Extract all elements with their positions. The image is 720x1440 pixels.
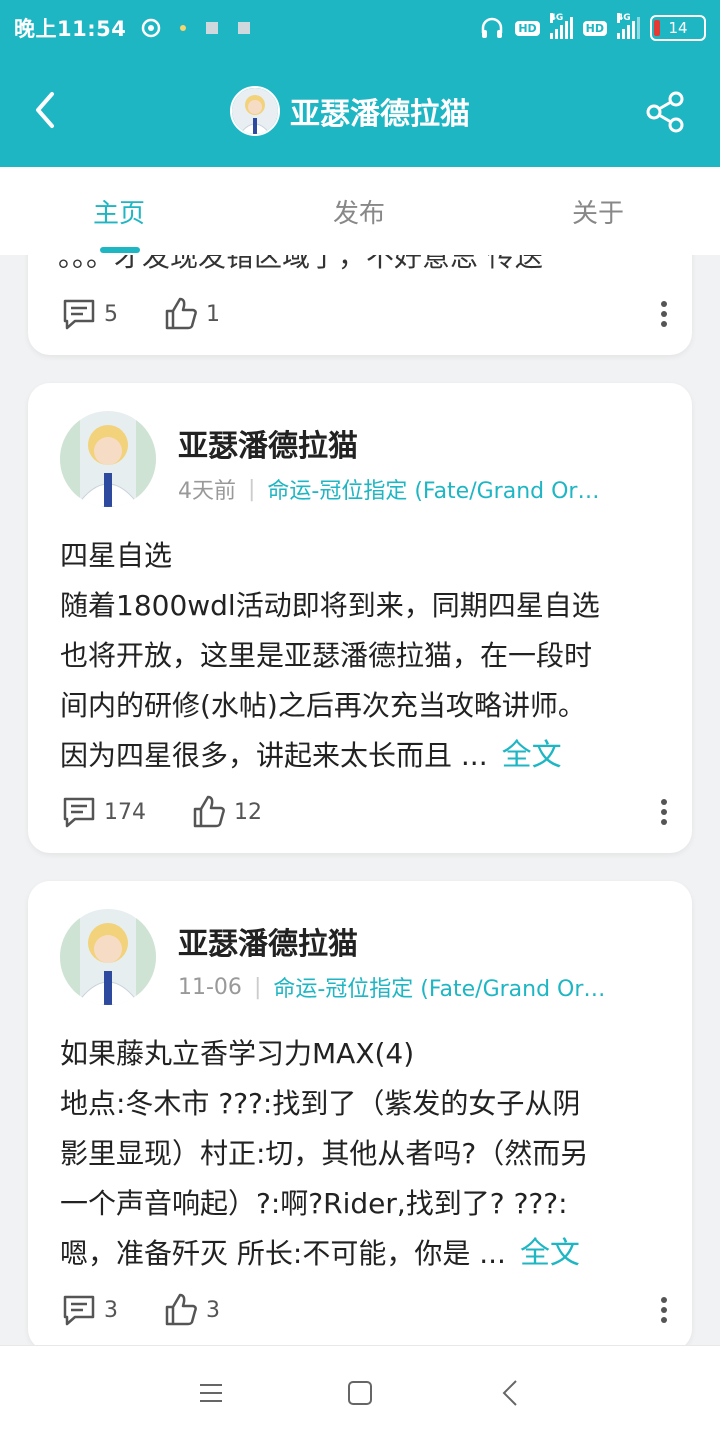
meta-divider: |: [253, 974, 262, 1000]
thumbs-up-icon: [165, 1293, 197, 1326]
post-line: 影里显现）村正:切，其他从者吗?（然而另: [60, 1137, 589, 1170]
comment-button[interactable]: 3: [60, 1291, 118, 1329]
comment-count: 5: [104, 301, 118, 327]
post-line: 嗯，准备歼灭 所长:不可能，你是 ...: [60, 1237, 506, 1270]
status-time: 晚上11:54: [14, 17, 127, 41]
tab-bar: 主页 发布 关于: [0, 167, 720, 255]
sync-icon: [142, 18, 161, 38]
more-vertical-icon[interactable]: [658, 1295, 670, 1325]
post-meta: 11-06 | 命运-冠位指定 (Fate/Grand Or…: [178, 971, 643, 1003]
system-back-icon[interactable]: [494, 1376, 528, 1410]
comment-icon: [63, 299, 95, 330]
post-time: 11-06: [178, 974, 242, 1000]
post-line: 间内的研修(水帖)之后再次充当攻略讲师。: [60, 689, 586, 722]
post-line: 如果藤丸立香学习力MAX(4): [60, 1037, 415, 1070]
signal-icon-1: 4G: [549, 13, 573, 39]
like-count: 1: [206, 301, 220, 327]
post-body: 。。。才发现发错区域了，不好意思 传送: [58, 255, 543, 273]
post-category[interactable]: 命运-冠位指定 (Fate/Grand Or…: [273, 971, 643, 1003]
comment-icon: [63, 1295, 95, 1326]
like-button[interactable]: 3: [162, 1291, 220, 1329]
profile-header: 亚瑟潘德拉猫: [230, 86, 470, 136]
signal-icon-2: 4G: [617, 13, 640, 39]
app-icon-2: [238, 22, 251, 34]
post-card[interactable]: 亚瑟潘德拉猫 11-06 | 命运-冠位指定 (Fate/Grand Or… 如…: [28, 881, 692, 1345]
post-line: 因为四星很多，讲起来太长而且 ...: [60, 739, 488, 772]
post-card[interactable]: 亚瑟潘德拉猫 4天前 | 命运-冠位指定 (Fate/Grand Or… 四星自…: [28, 383, 692, 853]
post-category[interactable]: 命运-冠位指定 (Fate/Grand Or…: [267, 473, 637, 505]
thumbs-up-icon: [165, 297, 197, 330]
hd-badge-1: HD: [515, 20, 540, 36]
post-actions: 5 1: [60, 295, 670, 333]
tab-about[interactable]: 关于: [572, 193, 624, 230]
post-actions: 3 3: [60, 1291, 670, 1329]
comment-button[interactable]: 5: [60, 295, 118, 333]
comment-button[interactable]: 174: [60, 793, 146, 831]
menu-icon[interactable]: [194, 1376, 228, 1410]
thumbs-up-icon: [193, 795, 225, 828]
post-actions: 174 12: [60, 793, 670, 831]
read-more-link[interactable]: 全文: [502, 738, 562, 773]
system-nav-bar: [0, 1345, 720, 1440]
post-time: 4天前: [178, 479, 236, 504]
tab-posts[interactable]: 发布: [333, 193, 385, 230]
comment-icon: [63, 797, 95, 828]
page-title: 亚瑟潘德拉猫: [290, 97, 470, 132]
author-name[interactable]: 亚瑟潘德拉猫: [178, 919, 358, 963]
status-right-icons: HD 4G HD 4G 14: [479, 13, 706, 42]
home-square-icon[interactable]: [343, 1376, 377, 1410]
comment-count: 174: [104, 799, 146, 825]
navigation-bar: 亚瑟潘德拉猫: [0, 56, 720, 167]
like-button[interactable]: 1: [162, 295, 220, 333]
share-icon[interactable]: [644, 90, 688, 134]
hd-badge-2: HD: [582, 20, 607, 36]
author-name[interactable]: 亚瑟潘德拉猫: [178, 421, 358, 465]
post-meta: 4天前 | 命运-冠位指定 (Fate/Grand Or…: [178, 473, 637, 505]
status-bar: 晚上11:54 HD 4G HD 4G 14: [0, 0, 720, 56]
headphones-icon: [482, 17, 503, 38]
tab-home[interactable]: 主页: [93, 193, 145, 230]
author-avatar[interactable]: [60, 411, 156, 507]
more-vertical-icon[interactable]: [658, 797, 670, 827]
author-avatar[interactable]: [60, 909, 156, 1005]
post-line: 随着1800wdl活动即将到来，同期四星自选: [60, 589, 600, 622]
post-line: 地点:冬木市 ???:找到了（紫发的女子从阴: [60, 1087, 581, 1120]
avatar[interactable]: [230, 86, 280, 136]
post-line: 一个声音响起）?:啊?Rider,找到了? ???:: [60, 1187, 568, 1220]
like-button[interactable]: 12: [190, 793, 262, 831]
dot-icon: [180, 25, 187, 31]
app-header: 晚上11:54 HD 4G HD 4G 14 亚瑟潘德拉猫: [0, 0, 720, 167]
comment-count: 3: [104, 1297, 118, 1323]
more-vertical-icon[interactable]: [658, 299, 670, 329]
post-body[interactable]: 如果藤丸立香学习力MAX(4) 地点:冬木市 ???:找到了（紫发的女子从阴 影…: [60, 1029, 670, 1279]
like-count: 12: [234, 799, 262, 825]
post-body[interactable]: 四星自选 随着1800wdl活动即将到来，同期四星自选 也将开放，这里是亚瑟潘德…: [60, 531, 670, 781]
post-line: 四星自选: [60, 539, 173, 572]
app-icon-1: [206, 22, 219, 34]
post-feed[interactable]: 。。。才发现发错区域了，不好意思 传送 5 1 亚瑟潘德拉猫 4天前 | 命运-…: [0, 255, 720, 1345]
read-more-link[interactable]: 全文: [520, 1236, 580, 1271]
post-line: 也将开放，这里是亚瑟潘德拉猫，在一段时: [60, 639, 593, 672]
back-arrow-icon[interactable]: [28, 88, 64, 132]
battery-indicator: 14: [650, 15, 706, 41]
status-notification-icons: [140, 17, 252, 39]
like-count: 3: [206, 1297, 220, 1323]
active-tab-indicator: [100, 247, 140, 253]
meta-divider: |: [248, 476, 256, 502]
post-card[interactable]: 。。。才发现发错区域了，不好意思 传送 5 1: [28, 255, 692, 355]
